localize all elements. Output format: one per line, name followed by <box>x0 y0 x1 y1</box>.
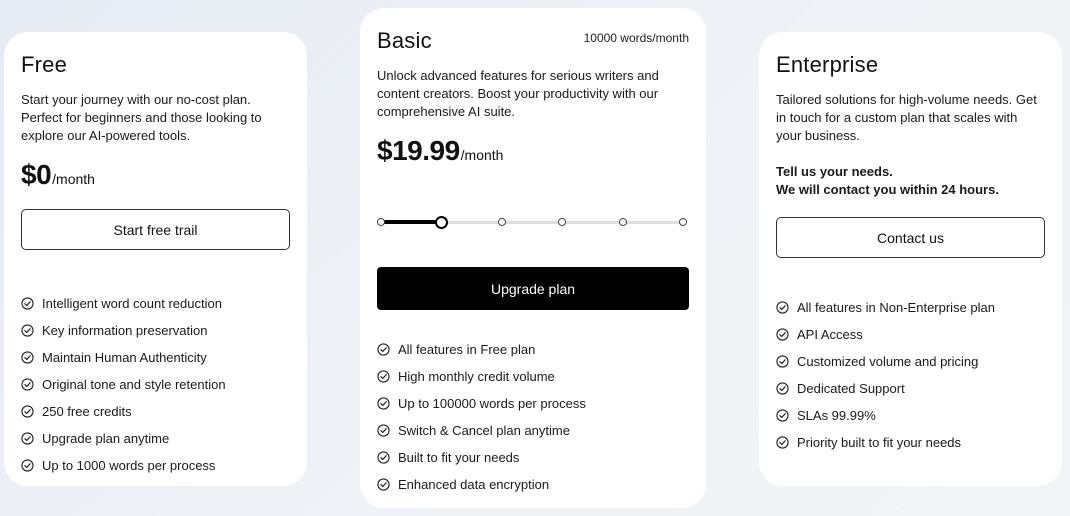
feature-item: Customized volume and pricing <box>776 348 1045 375</box>
price-period: /month <box>52 171 95 187</box>
slider-step-dot[interactable] <box>558 218 567 226</box>
feature-text: Up to 100000 words per process <box>398 396 586 411</box>
slider-fill <box>379 220 442 224</box>
feature-item: Maintain Human Authenticity <box>21 344 290 371</box>
slider-step-dot[interactable] <box>679 218 687 226</box>
plan-description: Start your journey with our no-cost plan… <box>21 92 262 143</box>
feature-item: Switch & Cancel plan anytime <box>377 417 689 444</box>
check-circle-icon <box>21 405 34 418</box>
check-circle-icon <box>776 409 789 422</box>
plan-title: Free <box>21 52 68 77</box>
check-circle-icon <box>377 397 390 410</box>
price-period: /month <box>460 147 504 163</box>
feature-item: Original tone and style retention <box>21 371 290 398</box>
feature-text: Maintain Human Authenticity <box>42 350 207 365</box>
feature-item: All features in Non-Enterprise plan <box>776 294 1045 321</box>
slider-step-dot[interactable] <box>497 218 506 226</box>
feature-list: All features in Free plan High monthly cr… <box>377 336 689 498</box>
feature-item: High monthly credit volume <box>377 363 689 390</box>
feature-text: Upgrade plan anytime <box>42 431 170 446</box>
plan-title: Enterprise <box>776 52 879 77</box>
price-amount: $19.99 <box>377 135 460 166</box>
check-circle-icon <box>21 351 34 364</box>
free-plan-card: Free Start your journey with our no-cost… <box>4 32 307 486</box>
feature-text: 250 free credits <box>42 404 132 419</box>
check-circle-icon <box>377 370 390 383</box>
feature-text: All features in Non-Enterprise plan <box>797 300 995 315</box>
enterprise-plan-card: Enterprise Tailored solutions for high-v… <box>759 32 1062 486</box>
feature-item: Dedicated Support <box>776 375 1045 402</box>
feature-text: Dedicated Support <box>797 381 905 396</box>
check-circle-icon <box>377 451 390 464</box>
contact-us-button[interactable]: Contact us <box>776 217 1045 258</box>
feature-list: All features in Non-Enterprise plan API A… <box>776 294 1045 456</box>
feature-list: Intelligent word count reduction Key info… <box>21 290 290 479</box>
check-circle-icon <box>776 328 789 341</box>
feature-item: Upgrade plan anytime <box>21 425 290 452</box>
check-circle-icon <box>21 432 34 445</box>
feature-item: 250 free credits <box>21 398 290 425</box>
check-circle-icon <box>21 324 34 337</box>
check-circle-icon <box>21 378 34 391</box>
feature-text: Enhanced data encryption <box>398 477 550 492</box>
check-circle-icon <box>21 297 34 310</box>
feature-item: All features in Free plan <box>377 336 689 363</box>
feature-text: Switch & Cancel plan anytime <box>398 423 570 438</box>
check-circle-icon <box>776 382 789 395</box>
feature-item: Key information preservation <box>21 317 290 344</box>
check-circle-icon <box>377 478 390 491</box>
slider-handle[interactable] <box>435 216 449 229</box>
upgrade-plan-button[interactable]: Upgrade plan <box>377 267 689 310</box>
feature-text: Up to 1000 words per process <box>42 458 216 473</box>
slider-step-dot[interactable] <box>618 218 627 226</box>
feature-item: Priority built to fit your needs <box>776 429 1045 456</box>
contact-note-line-2: We will contact you within 24 hours. <box>776 182 999 197</box>
feature-item: SLAs 99.99% <box>776 402 1045 429</box>
check-circle-icon <box>377 424 390 437</box>
feature-item: Up to 100000 words per process <box>377 390 689 417</box>
price-amount: $0 <box>21 159 52 190</box>
feature-item: Enhanced data encryption <box>377 471 689 498</box>
feature-item: API Access <box>776 321 1045 348</box>
plan-description: Unlock advanced features for serious wri… <box>377 68 659 119</box>
feature-text: Priority built to fit your needs <box>797 435 962 450</box>
feature-text: Built to fit your needs <box>398 450 520 465</box>
check-circle-icon <box>776 355 789 368</box>
word-volume-slider[interactable] <box>377 215 687 229</box>
feature-text: High monthly credit volume <box>398 369 555 384</box>
slider-step-dot[interactable] <box>377 218 385 226</box>
feature-item: Intelligent word count reduction <box>21 290 290 317</box>
start-free-trial-button[interactable]: Start free trail <box>21 209 290 250</box>
check-circle-icon <box>776 436 789 449</box>
feature-text: All features in Free plan <box>398 342 536 357</box>
check-circle-icon <box>776 301 789 314</box>
check-circle-icon <box>21 459 34 472</box>
contact-note: Tell us your needs. We will contact you … <box>776 163 1045 199</box>
contact-note-line-1: Tell us your needs. <box>776 164 893 179</box>
feature-text: Intelligent word count reduction <box>42 296 222 311</box>
feature-text: Original tone and style retention <box>42 377 226 392</box>
feature-text: Customized volume and pricing <box>797 354 979 369</box>
price-row: $0 /month <box>21 159 290 191</box>
check-circle-icon <box>377 343 390 356</box>
feature-text: SLAs 99.99% <box>797 408 876 423</box>
feature-item: Up to 1000 words per process <box>21 452 290 479</box>
price-row: $19.99 /month <box>377 135 689 167</box>
plan-description: Tailored solutions for high-volume needs… <box>776 92 1037 143</box>
basic-plan-card: Basic 10000 words/month Unlock advanced … <box>360 8 706 508</box>
feature-text: API Access <box>797 327 863 342</box>
words-per-month-label: 10000 words/month <box>583 31 689 45</box>
feature-text: Key information preservation <box>42 323 208 338</box>
feature-item: Built to fit your needs <box>377 444 689 471</box>
